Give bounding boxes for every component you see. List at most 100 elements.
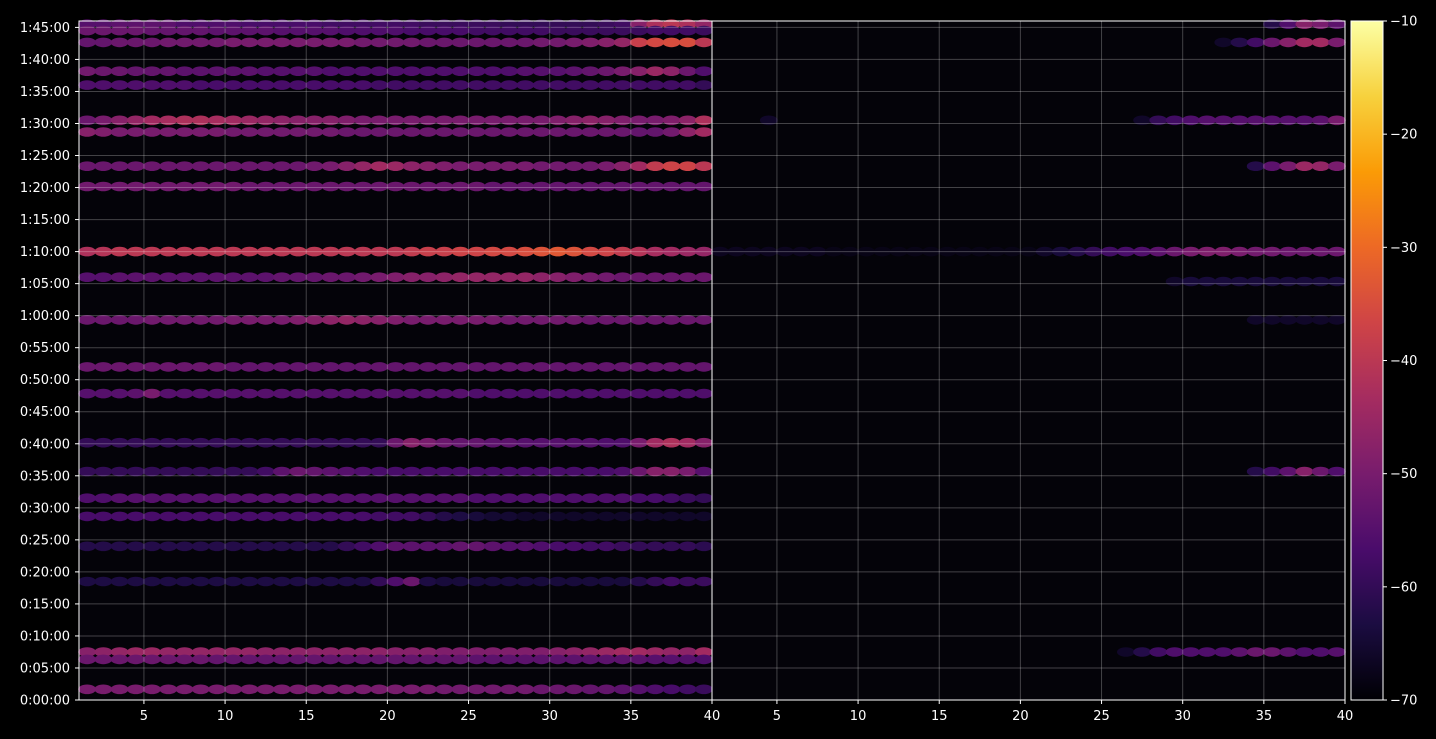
- heat-cell-left-16-22: [435, 493, 454, 504]
- heat-cell-left-3-33: [613, 66, 632, 76]
- heat-cell-left-16-21: [419, 493, 437, 504]
- heat-cell-left-17-29: [548, 511, 567, 522]
- heat-cell-left-11-0: [78, 315, 96, 325]
- heat-cell-left-14-19: [386, 437, 405, 448]
- heat-cell-left-19-32: [597, 576, 616, 587]
- heat-cell-left-4-7: [191, 80, 210, 90]
- heat-cell-left-15-37: [678, 466, 697, 477]
- heat-cell-left-6-4: [143, 127, 161, 137]
- heat-cell-left-21-35: [646, 654, 665, 665]
- heat-cell-left-2-12: [273, 37, 291, 48]
- x-tick-label-left-2: 15: [298, 709, 315, 724]
- heat-cell-left-16-13: [289, 493, 307, 504]
- heat-cell-left-3-31: [581, 66, 600, 76]
- heat-cell-left-17-13: [289, 511, 307, 522]
- heat-cell-left-22-19: [386, 684, 405, 695]
- heat-cell-left-7-38: [695, 161, 713, 171]
- colorbar-tick-label-0: −10: [1390, 15, 1417, 30]
- heat-cell-left-10-33: [613, 272, 632, 283]
- heat-cell-left-14-2: [110, 437, 129, 448]
- heat-cell-left-15-18: [370, 466, 389, 477]
- x-tick-label-left-7: 40: [704, 709, 721, 724]
- heat-cell-left-12-33: [613, 362, 632, 372]
- heat-cell-left-21-3: [126, 654, 145, 665]
- heat-cell-left-15-4: [143, 466, 161, 477]
- heat-cell-left-7-27: [516, 161, 535, 171]
- heat-cell-left-16-35: [646, 493, 665, 504]
- heat-cell-left-7-37: [678, 161, 697, 171]
- heat-cell-left-14-37: [678, 437, 697, 448]
- heat-cell-left-11-16: [337, 315, 356, 325]
- heat-cell-left-21-21: [419, 654, 437, 665]
- heat-cell-left-8-1: [94, 181, 113, 192]
- heat-cell-left-8-33: [613, 181, 632, 192]
- heat-cell-left-11-34: [630, 315, 648, 325]
- heat-cell-left-12-3: [126, 362, 145, 372]
- heat-cell-left-12-29: [548, 362, 567, 372]
- heat-cell-left-11-2: [110, 315, 129, 325]
- heat-cell-left-19-38: [695, 576, 713, 587]
- heat-cell-left-11-28: [532, 315, 551, 325]
- heat-cell-left-3-2: [110, 66, 129, 76]
- plot-panel-left: [78, 19, 713, 701]
- heat-cell-right-7-35: [1279, 466, 1298, 477]
- heat-cell-left-3-28: [532, 66, 551, 76]
- heat-cell-left-18-23: [451, 541, 470, 552]
- heat-cell-left-15-3: [126, 466, 145, 477]
- heat-cell-right-5-29: [1181, 276, 1200, 287]
- heat-cell-left-4-1: [94, 80, 113, 90]
- heat-cell-left-4-27: [516, 80, 535, 90]
- heat-cell-left-15-9: [224, 466, 243, 477]
- heat-cell-left-6-36: [662, 127, 681, 137]
- heat-cell-left-12-17: [354, 362, 372, 372]
- colorbar-tick-label-6: −70: [1390, 694, 1417, 709]
- heat-cell-left-2-8: [208, 37, 226, 48]
- heat-cell-left-16-18: [370, 493, 389, 504]
- heat-cell-left-14-17: [354, 437, 372, 448]
- heat-cell-left-22-4: [143, 684, 161, 695]
- heat-cell-left-13-33: [613, 388, 632, 399]
- heat-cell-left-21-19: [386, 654, 405, 665]
- heat-cell-left-16-3: [126, 493, 145, 504]
- heat-cell-left-22-30: [565, 684, 583, 695]
- heat-cell-left-21-34: [630, 654, 648, 665]
- heat-cell-left-13-8: [208, 388, 226, 399]
- heat-cell-right-5-37: [1311, 276, 1330, 287]
- heat-cell-left-19-7: [191, 576, 210, 587]
- heat-cell-left-13-37: [678, 388, 697, 399]
- heat-cell-left-16-33: [613, 493, 632, 504]
- heat-cell-left-7-7: [191, 161, 210, 171]
- heat-cell-left-7-6: [175, 161, 194, 171]
- heat-cell-left-16-23: [451, 493, 470, 504]
- heat-cell-left-2-14: [305, 37, 324, 48]
- heat-cell-left-19-24: [467, 576, 486, 587]
- heat-cell-left-15-14: [305, 466, 324, 477]
- heat-cell-left-2-18: [370, 37, 389, 48]
- heat-cell-left-10-31: [581, 272, 600, 283]
- heat-cell-left-19-17: [354, 576, 372, 587]
- heat-cell-left-21-36: [662, 654, 681, 665]
- heat-cell-right-1-33: [1246, 37, 1265, 48]
- heat-cell-left-16-5: [159, 493, 178, 504]
- heat-cell-left-10-28: [532, 272, 551, 283]
- heat-cell-left-6-25: [484, 127, 502, 137]
- heat-cell-left-14-31: [581, 437, 600, 448]
- heat-cell-left-13-0: [78, 388, 96, 399]
- heat-cell-left-3-17: [354, 66, 372, 76]
- heat-cell-left-22-14: [305, 684, 324, 695]
- heat-cell-left-17-38: [695, 511, 713, 522]
- heat-cell-left-14-28: [532, 437, 551, 448]
- heat-cell-left-11-7: [191, 315, 210, 325]
- heat-cell-left-6-12: [273, 127, 291, 137]
- heat-cell-left-15-6: [175, 466, 194, 477]
- heat-cell-left-19-0: [78, 576, 96, 587]
- heat-cell-left-7-35: [646, 161, 665, 171]
- heat-cell-left-17-1: [94, 511, 113, 522]
- heat-cell-left-22-5: [159, 684, 178, 695]
- heat-cell-left-4-17: [354, 80, 372, 90]
- heat-cell-left-4-2: [110, 80, 129, 90]
- heat-cell-left-18-17: [354, 541, 372, 552]
- heat-cell-left-3-9: [224, 66, 243, 76]
- heat-cell-left-8-16: [337, 181, 356, 192]
- heat-cell-left-12-8: [208, 362, 226, 372]
